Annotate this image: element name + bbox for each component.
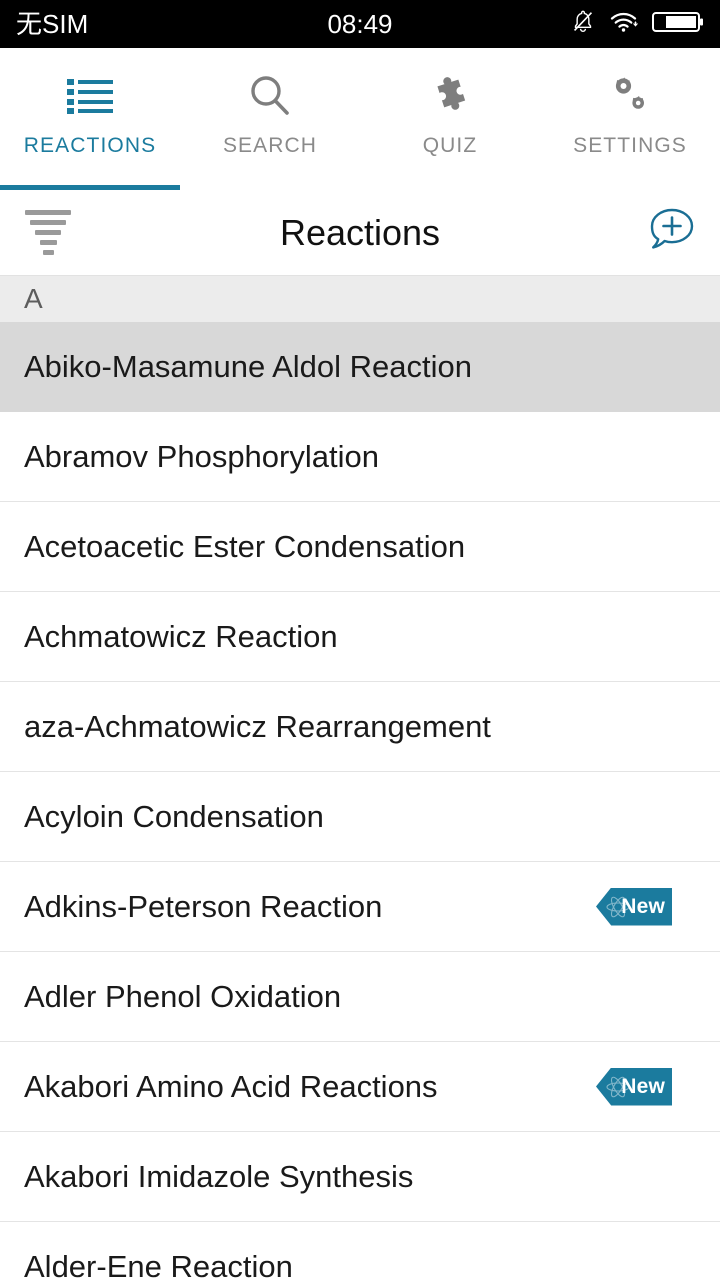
status-icons bbox=[570, 9, 704, 40]
list-item-label: Akabori Amino Acid Reactions bbox=[24, 1068, 438, 1104]
list-item-label: Adler Phenol Oxidation bbox=[24, 978, 342, 1014]
list-item[interactable]: aza-Achmatowicz Rearrangement bbox=[0, 682, 720, 772]
new-badge-ribbon: New bbox=[596, 1067, 672, 1106]
list-item[interactable]: Abiko-Masamune Aldol Reaction bbox=[0, 322, 720, 412]
filter-button[interactable] bbox=[0, 210, 96, 255]
carrier-label: 无SIM bbox=[16, 9, 89, 39]
tab-reactions[interactable]: REACTIONS bbox=[0, 48, 180, 190]
bell-muted-icon bbox=[570, 9, 596, 40]
list-item-label: Abiko-Masamune Aldol Reaction bbox=[24, 348, 473, 384]
tab-settings[interactable]: SETTINGS bbox=[540, 48, 720, 190]
wifi-icon bbox=[609, 9, 639, 40]
tab-search[interactable]: SEARCH bbox=[180, 48, 360, 190]
list-item-label: Abramov Phosphorylation bbox=[24, 438, 379, 474]
tab-label-settings: SETTINGS bbox=[573, 134, 687, 157]
tab-label-search: SEARCH bbox=[222, 134, 318, 157]
tab-label-quiz: QUIZ bbox=[422, 134, 478, 157]
new-badge: New bbox=[596, 887, 672, 926]
list-item-label: aza-Achmatowicz Rearrangement bbox=[24, 708, 491, 744]
list-rows: Abiko-Masamune Aldol Reaction Abramov Pho… bbox=[0, 322, 720, 1280]
gears-icon bbox=[606, 72, 654, 120]
list-icon bbox=[67, 72, 113, 120]
list-item[interactable]: Achmatowicz Reaction bbox=[0, 592, 720, 682]
new-badge-label: New bbox=[621, 1074, 665, 1098]
puzzle-icon bbox=[427, 72, 473, 120]
list-item-label: Adkins-Peterson Reaction bbox=[24, 888, 383, 924]
list-item[interactable]: Adler Phenol Oxidation bbox=[0, 952, 720, 1042]
reactions-list: A Abiko-Masamune Aldol Reaction Abramov P… bbox=[0, 276, 720, 1280]
list-item-label: Akabori Imidazole Synthesis bbox=[24, 1158, 414, 1194]
filter-funnel-icon bbox=[25, 210, 71, 255]
tab-bar: REACTIONS SEARCH QUIZ SETTINGS bbox=[0, 48, 720, 190]
list-item-label: Acetoacetic Ester Condensation bbox=[24, 528, 466, 564]
list-item-label: Alder-Ene Reaction bbox=[24, 1248, 293, 1280]
add-button[interactable] bbox=[624, 202, 720, 263]
speech-bubble-plus-icon bbox=[644, 202, 700, 263]
list-item[interactable]: Adkins-Peterson Reaction New bbox=[0, 862, 720, 952]
section-header-label: A bbox=[24, 283, 43, 314]
search-icon bbox=[247, 72, 293, 120]
tab-label-reactions: REACTIONS bbox=[23, 134, 157, 157]
list-item[interactable]: Abramov Phosphorylation bbox=[0, 412, 720, 502]
page-title: Reactions bbox=[279, 211, 441, 253]
new-badge: New bbox=[596, 1067, 672, 1106]
list-item[interactable]: Alder-Ene Reaction bbox=[0, 1222, 720, 1280]
list-item[interactable]: Acetoacetic Ester Condensation bbox=[0, 502, 720, 592]
status-bar: 无SIM 08:49 bbox=[0, 0, 720, 48]
list-item-label: Achmatowicz Reaction bbox=[24, 618, 338, 654]
list-item[interactable]: Akabori Amino Acid Reactions New bbox=[0, 1042, 720, 1132]
app-root: 无SIM 08:49 REACTIONS SEARCH QUIZ SETTING… bbox=[0, 0, 720, 1280]
list-item[interactable]: Acyloin Condensation bbox=[0, 772, 720, 862]
new-badge-ribbon: New bbox=[596, 887, 672, 926]
list-item[interactable]: Akabori Imidazole Synthesis bbox=[0, 1132, 720, 1222]
section-header-a: A bbox=[0, 276, 720, 322]
new-badge-label: New bbox=[621, 894, 665, 918]
list-item-label: Acyloin Condensation bbox=[24, 798, 324, 834]
battery-icon bbox=[652, 9, 704, 40]
tab-quiz[interactable]: QUIZ bbox=[360, 48, 540, 190]
title-bar: Reactions bbox=[0, 190, 720, 276]
